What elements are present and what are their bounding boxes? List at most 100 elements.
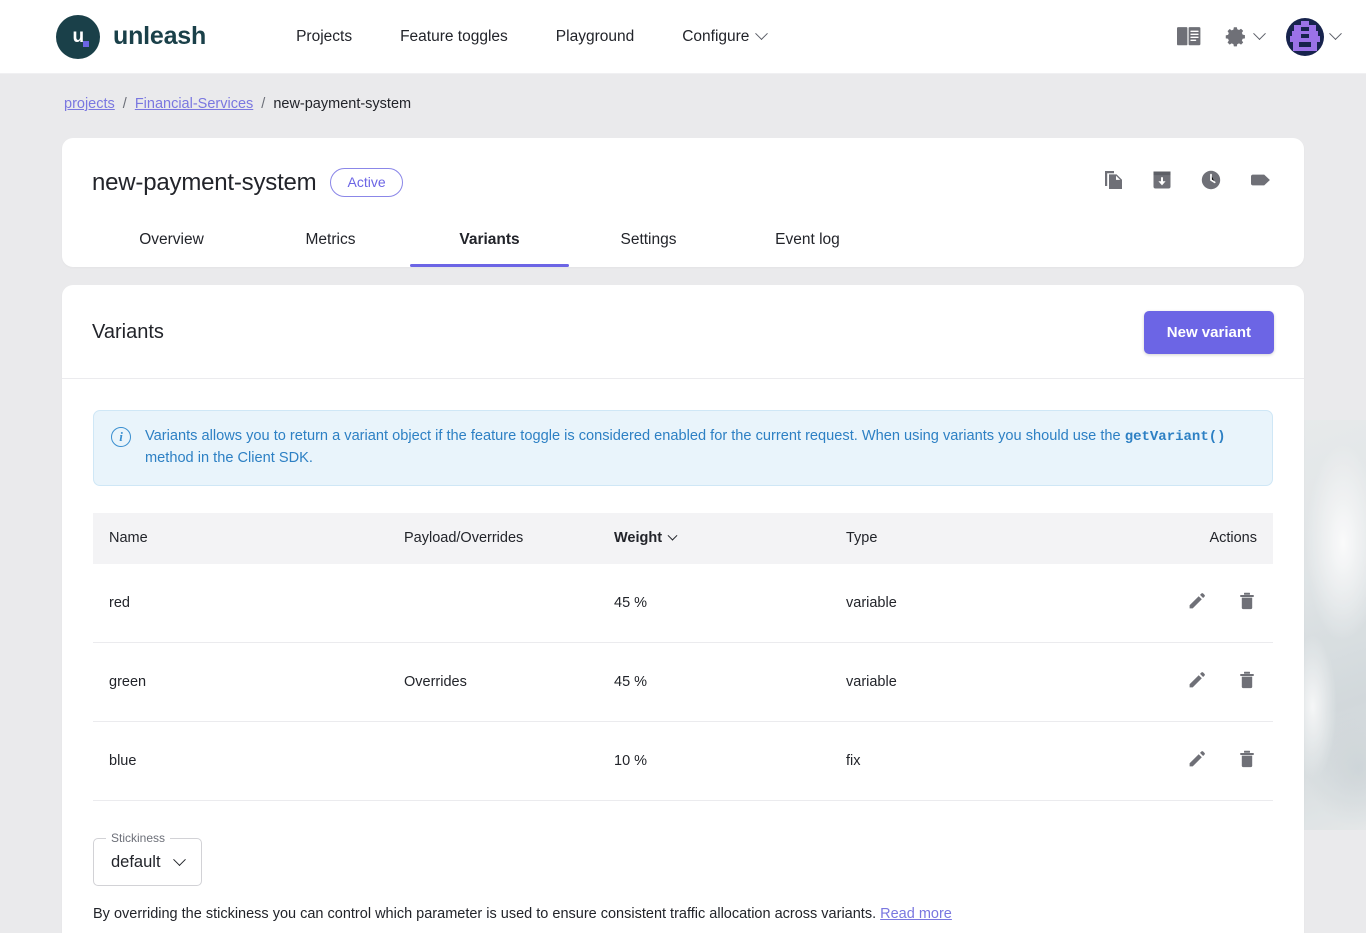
variants-info-alert: i Variants allows you to return a varian… [93,410,1273,486]
cell-variant-weight: 10 % [598,721,830,800]
stickiness-help-text: By overriding the stickiness you can con… [62,886,1304,933]
clock-icon [1199,168,1223,192]
trash-icon [1237,749,1257,769]
column-label: Actions [1209,530,1257,546]
pencil-icon [1187,591,1207,611]
page-title: new-payment-system [92,169,316,197]
feature-history-button[interactable] [1199,168,1223,197]
nav-label: Playground [556,28,634,46]
tab-event-log[interactable]: Event log [728,215,887,267]
column-label: Payload/Overrides [404,530,523,546]
help-text: By overriding the stickiness you can con… [93,906,880,922]
variants-table: Name Payload/Overrides Weight Type Actio… [93,513,1273,801]
delete-variant-button[interactable] [1237,591,1257,615]
tab-metrics[interactable]: Metrics [251,215,410,267]
chevron-down-icon [1329,27,1342,40]
cell-variant-weight: 45 % [598,642,830,721]
edit-variant-button[interactable] [1187,749,1207,773]
nav-item-projects[interactable]: Projects [272,18,376,56]
alert-message: Variants allows you to return a variant … [145,426,1254,469]
stickiness-control: Stickiness default [62,801,1304,886]
variants-table-header: Name Payload/Overrides Weight Type Actio… [93,513,1273,564]
tab-label: Settings [620,231,676,248]
stickiness-select[interactable]: Stickiness default [93,838,202,886]
table-row: red 45 % variable [93,564,1273,643]
logo-letter: u [72,27,83,46]
feature-tags-button[interactable] [1248,169,1274,196]
cell-variant-weight: 45 % [598,564,830,643]
column-header-actions: Actions [1130,513,1273,564]
stickiness-label: Stickiness [106,831,170,845]
column-header-payload[interactable]: Payload/Overrides [388,513,598,564]
nav-item-playground[interactable]: Playground [532,18,658,56]
section-title: Variants [92,321,164,344]
tab-variants[interactable]: Variants [410,215,569,267]
alert-text-before: Variants allows you to return a variant … [145,428,1125,444]
copy-icon [1101,168,1125,192]
tab-label: Overview [139,231,204,248]
status-badge: Active [330,168,402,197]
trash-icon [1237,670,1257,690]
nav-label: Projects [296,28,352,46]
cell-variant-type: fix [830,721,1130,800]
delete-variant-button[interactable] [1237,749,1257,773]
logo-accent-dot [83,41,89,47]
cell-row-actions [1130,721,1273,800]
breadcrumb-item-financial-services[interactable]: Financial-Services [135,96,253,112]
unleash-logo-icon: u [56,15,100,59]
column-header-weight[interactable]: Weight [598,513,830,564]
cell-variant-payload: Overrides [388,642,598,721]
tab-settings[interactable]: Settings [569,215,728,267]
avatar [1286,18,1324,56]
chevron-down-icon [173,853,186,866]
tag-icon [1248,169,1274,191]
breadcrumb: projects / Financial-Services / new-paym… [0,74,1366,112]
edit-variant-button[interactable] [1187,591,1207,615]
cell-variant-payload [388,564,598,643]
delete-variant-button[interactable] [1237,670,1257,694]
nav-label: Feature toggles [400,28,508,46]
variants-card: Variants New variant i Variants allows y… [62,285,1304,933]
cell-variant-payload [388,721,598,800]
alert-code-snippet: getVariant() [1125,429,1226,445]
top-nav-actions [1176,18,1340,56]
settings-menu-button[interactable] [1224,25,1264,49]
column-header-name[interactable]: Name [93,513,388,564]
column-label: Type [846,530,877,546]
cell-variant-name: blue [93,721,388,800]
sort-chevron-down-icon [668,530,678,540]
breadcrumb-item-projects[interactable]: projects [64,96,115,112]
book-icon [1176,26,1202,47]
stickiness-selected-value: default [111,853,161,872]
archive-feature-button[interactable] [1150,168,1174,197]
column-label: Weight [614,530,662,546]
primary-navigation: Projects Feature toggles Playground Conf… [272,18,790,56]
top-navigation-bar: u unleash Projects Feature toggles Playg… [0,0,1366,74]
nav-item-feature-toggles[interactable]: Feature toggles [376,18,532,56]
table-row: green Overrides 45 % variable [93,642,1273,721]
column-header-type[interactable]: Type [830,513,1130,564]
tab-label: Metrics [306,231,356,248]
table-header-row: Name Payload/Overrides Weight Type Actio… [93,513,1273,564]
cell-variant-type: variable [830,642,1130,721]
new-variant-button[interactable]: New variant [1144,311,1274,354]
user-profile-button[interactable] [1286,18,1340,56]
variants-table-body: red 45 % variable [93,564,1273,801]
copy-feature-button[interactable] [1101,168,1125,197]
read-more-link[interactable]: Read more [880,906,952,922]
tab-overview[interactable]: Overview [92,215,251,267]
nav-item-configure[interactable]: Configure [658,18,790,56]
breadcrumb-item-current: new-payment-system [273,96,411,112]
stickiness-value-row: default [111,853,184,872]
feature-header-card: new-payment-system Active [62,138,1304,267]
breadcrumb-separator: / [123,96,127,112]
chevron-down-icon [1253,27,1266,40]
cell-variant-type: variable [830,564,1130,643]
nav-label: Configure [682,28,749,46]
brand-logo[interactable]: u unleash [56,15,206,59]
tab-label: Event log [775,231,840,248]
trash-icon [1237,591,1257,611]
edit-variant-button[interactable] [1187,670,1207,694]
gear-icon [1224,25,1248,49]
documentation-button[interactable] [1176,26,1202,47]
